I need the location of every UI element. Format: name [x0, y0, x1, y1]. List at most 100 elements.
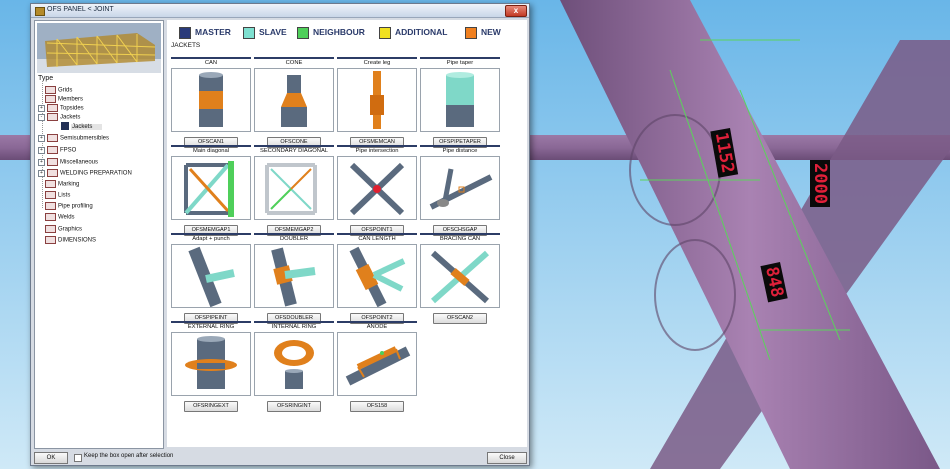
expand-icon[interactable]: + — [38, 104, 45, 112]
card-can-length[interactable]: CAN LENGTH OFSPOINT2 — [337, 233, 417, 324]
type-label: Type — [38, 75, 54, 82]
card-adapt-punch[interactable]: Adapt + punch OFSPIPEINT — [171, 233, 251, 324]
master-color-swatch — [179, 26, 191, 39]
card-pipe-taper[interactable]: Pipe taper OFSPIPETAPER — [420, 57, 500, 148]
expand-icon[interactable]: + — [38, 146, 45, 154]
tree-item-dimensions[interactable]: DIMENSIONS — [45, 236, 96, 245]
app-icon — [35, 7, 45, 16]
can-length-diagram — [337, 244, 417, 308]
expand-icon[interactable]: + — [38, 134, 45, 142]
platform-thumbnail — [37, 23, 161, 73]
tab-additional[interactable]: ADDITIONAL — [379, 26, 447, 39]
card-title: Pipe distance — [420, 145, 500, 154]
card-title: Create leg — [337, 57, 417, 66]
anode-diagram — [337, 332, 417, 396]
card-pipe-distance[interactable]: Pipe distance OFSCHSGAP — [420, 145, 500, 236]
pipe-intersection-diagram — [337, 156, 417, 220]
ofsringext-button[interactable]: OFSRINGEXT — [184, 401, 238, 412]
tree-item-welds[interactable]: Welds — [45, 213, 75, 222]
card-title: Main diagonal — [171, 145, 251, 154]
card-title: CONE — [254, 57, 334, 66]
profiling-icon — [45, 202, 56, 210]
new-color-swatch — [465, 26, 477, 39]
card-title: BRACING CAN — [420, 233, 500, 242]
tree-item-marking[interactable]: Marking — [45, 180, 79, 189]
section-label: JACKETS — [171, 42, 201, 49]
semisub-icon — [47, 134, 58, 142]
expand-icon[interactable]: + — [38, 158, 45, 166]
card-doubler[interactable]: DOUBLER OFSDOUBLER — [254, 233, 334, 324]
tree-item-graphics[interactable]: Graphics — [45, 225, 82, 234]
grid-icon — [45, 86, 56, 94]
ofscan2-button[interactable]: OFSCAN2 — [433, 313, 487, 324]
tree-item-grids[interactable]: Grids — [45, 86, 72, 95]
close-window-button[interactable]: x — [505, 5, 527, 17]
welds-icon — [45, 213, 56, 221]
card-cone[interactable]: CONE OFSCONE — [254, 57, 334, 148]
type-tree-panel: Type Grids Members + Topsides - Jackets Ja… — [34, 20, 164, 449]
title-bar[interactable]: OFS PANEL < JOINT x — [31, 4, 529, 18]
card-internal-ring[interactable]: INTERNAL RING OFSRINGINT — [254, 321, 334, 412]
external-ring-diagram — [171, 332, 251, 396]
ok-button[interactable]: OK — [34, 452, 68, 464]
card-main-diagonal[interactable]: Main diagonal OFSMEMGAP1 — [171, 145, 251, 236]
tab-master[interactable]: MASTER — [179, 26, 231, 39]
ofsringint-button[interactable]: OFSRINGINT — [267, 401, 321, 412]
tree-item-miscellaneous[interactable]: + Miscellaneous — [38, 158, 98, 167]
internal-ring-diagram — [254, 332, 334, 396]
tab-neighbour[interactable]: NEIGHBOUR — [297, 26, 365, 39]
adapt-punch-diagram — [171, 244, 251, 308]
tab-new[interactable]: NEW — [465, 26, 501, 39]
additional-color-swatch — [379, 26, 391, 39]
tree-item-topsides[interactable]: + Topsides — [38, 104, 84, 113]
keep-open-checkbox[interactable] — [74, 454, 82, 462]
card-can[interactable]: CAN OFSCAN1 — [171, 57, 251, 148]
pipe-distance-diagram — [420, 156, 500, 220]
tree-item-fpso[interactable]: + FPSO — [38, 146, 76, 155]
collapse-icon[interactable]: - — [38, 113, 45, 121]
dimension-label-2: 2000 — [810, 160, 830, 207]
card-title: Adapt + punch — [171, 233, 251, 242]
dimensions-icon — [45, 236, 56, 244]
card-anode[interactable]: ANODE OFS158 — [337, 321, 417, 412]
tree-item-semisubmersibles[interactable]: + Semisubmersibles — [38, 134, 109, 143]
card-title: SECONDARY DIAGONAL — [254, 145, 334, 154]
close-button[interactable]: Close — [487, 452, 527, 464]
card-bracing-can[interactable]: BRACING CAN OFSCAN2 — [420, 233, 500, 324]
card-title: CAN LENGTH — [337, 233, 417, 242]
fpso-icon — [47, 146, 58, 154]
expand-icon[interactable]: + — [38, 169, 45, 177]
ofs158-button[interactable]: OFS158 — [350, 401, 404, 412]
card-title: INTERNAL RING — [254, 321, 334, 330]
card-title: CAN — [171, 57, 251, 66]
misc-icon — [47, 158, 58, 166]
card-title: Pipe intersection — [337, 145, 417, 154]
card-create-leg[interactable]: Create leg OFSMEMCAN — [337, 57, 417, 148]
topsides-icon — [47, 104, 58, 112]
main-diagonal-diagram — [171, 156, 251, 220]
pipe-taper-diagram — [420, 68, 500, 132]
card-title: Pipe taper — [420, 57, 500, 66]
card-external-ring[interactable]: EXTERNAL RING OFSRINGEXT — [171, 321, 251, 412]
tab-slave[interactable]: SLAVE — [243, 26, 287, 39]
card-pipe-intersection[interactable]: Pipe intersection OFSPOINT1 — [337, 145, 417, 236]
card-title: ANODE — [337, 321, 417, 330]
tree-item-members[interactable]: Members — [45, 95, 83, 104]
bracing-can-diagram — [420, 244, 500, 308]
members-icon — [45, 95, 56, 103]
tree-item-pipe-profiling[interactable]: Pipe profiling — [45, 202, 93, 211]
can-diagram — [171, 68, 251, 132]
tree-item-jackets[interactable]: - Jackets — [38, 113, 80, 122]
ofs-panel-window: OFS PANEL < JOINT x Type Grids Members +… — [30, 3, 530, 466]
keep-open-label: Keep the box open after selection — [84, 453, 174, 459]
cone-diagram — [254, 68, 334, 132]
window-title: OFS PANEL < JOINT — [47, 6, 114, 13]
card-title: EXTERNAL RING — [171, 321, 251, 330]
slave-color-swatch — [243, 26, 255, 39]
tree-item-welding-preparation[interactable]: + WELDING PREPARATION — [38, 169, 132, 178]
jackets-child-icon — [61, 122, 69, 130]
doubler-diagram — [254, 244, 334, 308]
tree-item-lists[interactable]: Lists — [45, 191, 70, 200]
card-secondary-diagonal[interactable]: SECONDARY DIAGONAL OFSMEMGAP2 — [254, 145, 334, 236]
tree-item-jackets-child[interactable]: Jackets — [61, 122, 103, 131]
